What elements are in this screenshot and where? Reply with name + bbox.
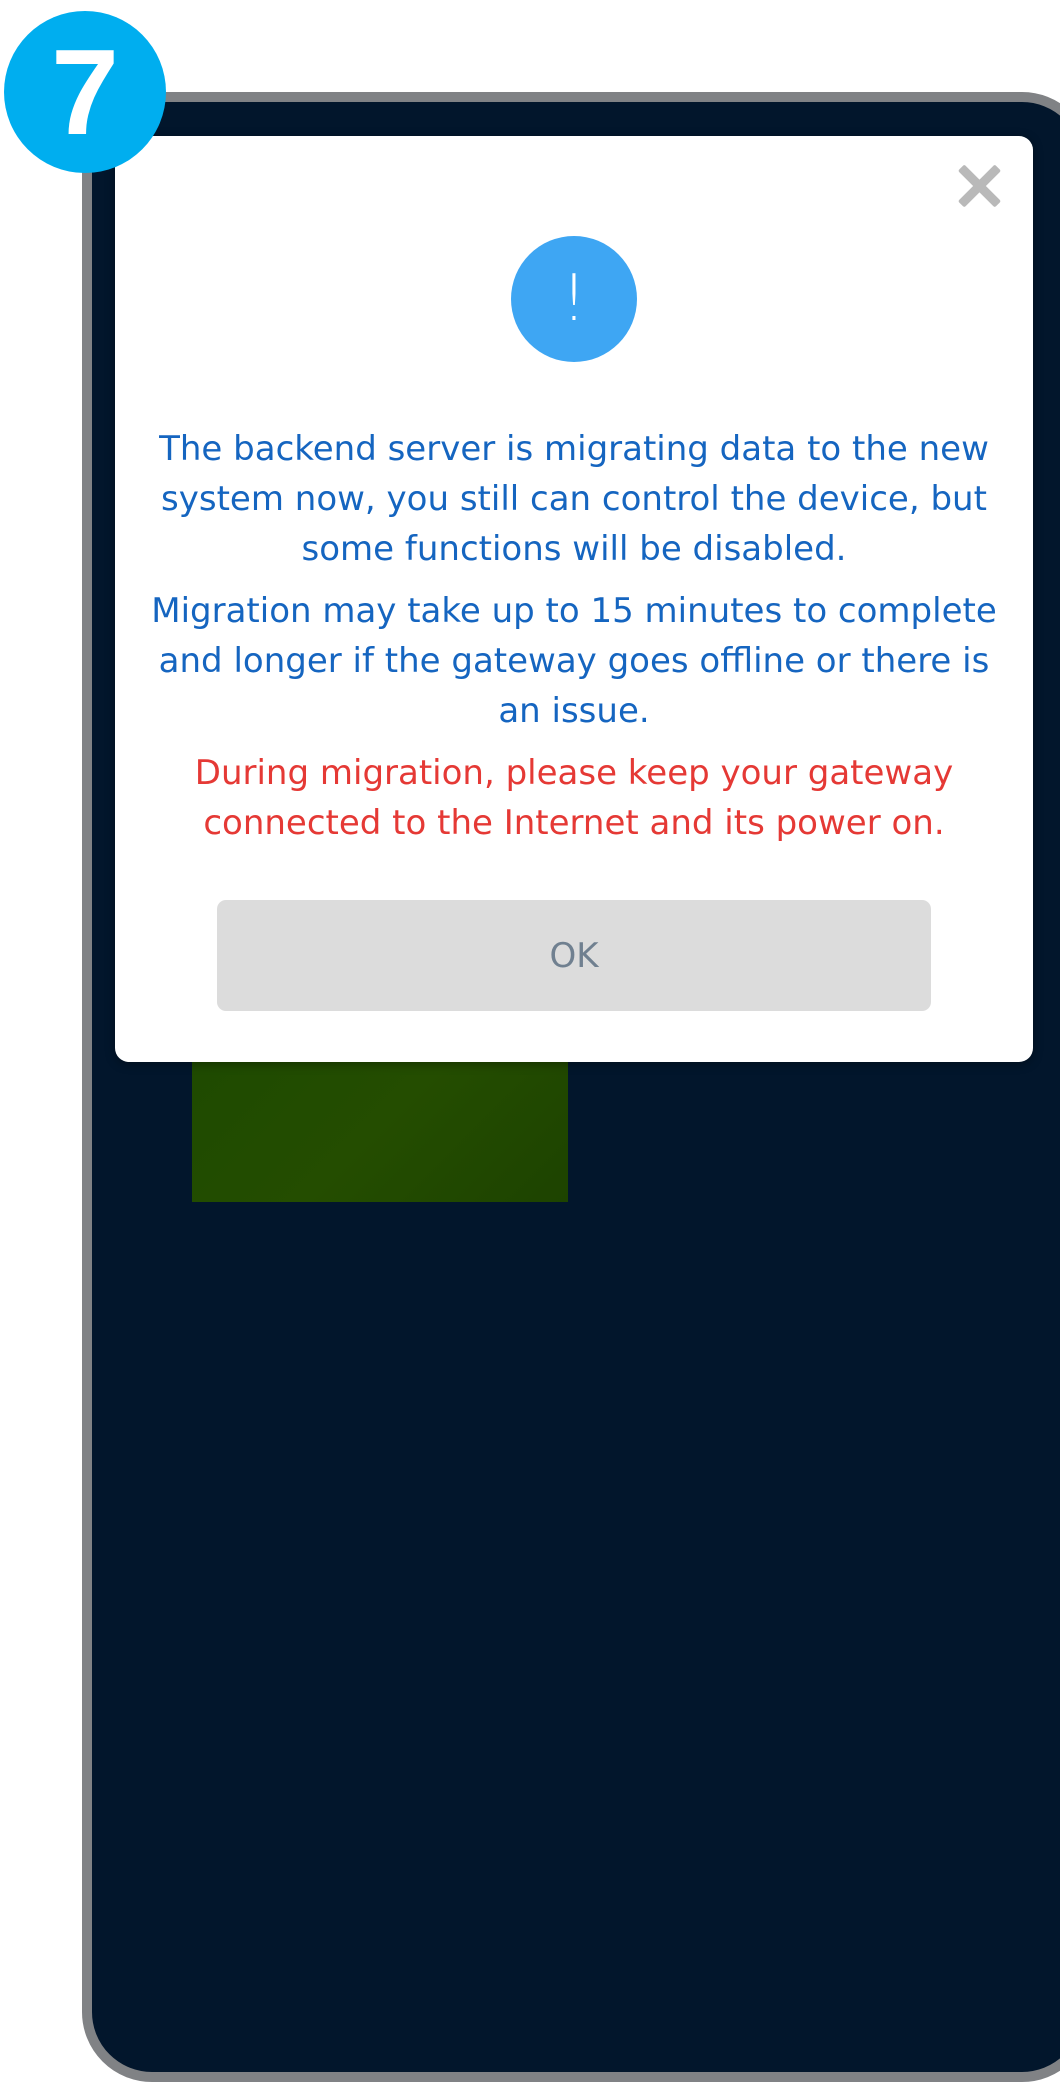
background-tile — [192, 1052, 568, 1202]
ok-button[interactable]: OK — [217, 900, 931, 1011]
close-icon[interactable] — [955, 162, 1003, 210]
warning-text: During migration, please keep your gatew… — [194, 753, 954, 843]
duration-notice-text: Migration may take up to 15 minutes to c… — [151, 591, 997, 731]
migration-dialog: ! The backend server is migrating data t… — [115, 136, 1033, 1062]
exclamation-icon: ! — [511, 236, 637, 362]
step-number-badge: 7 — [4, 11, 166, 173]
migration-notice-text: The backend server is migrating data to … — [159, 429, 989, 569]
